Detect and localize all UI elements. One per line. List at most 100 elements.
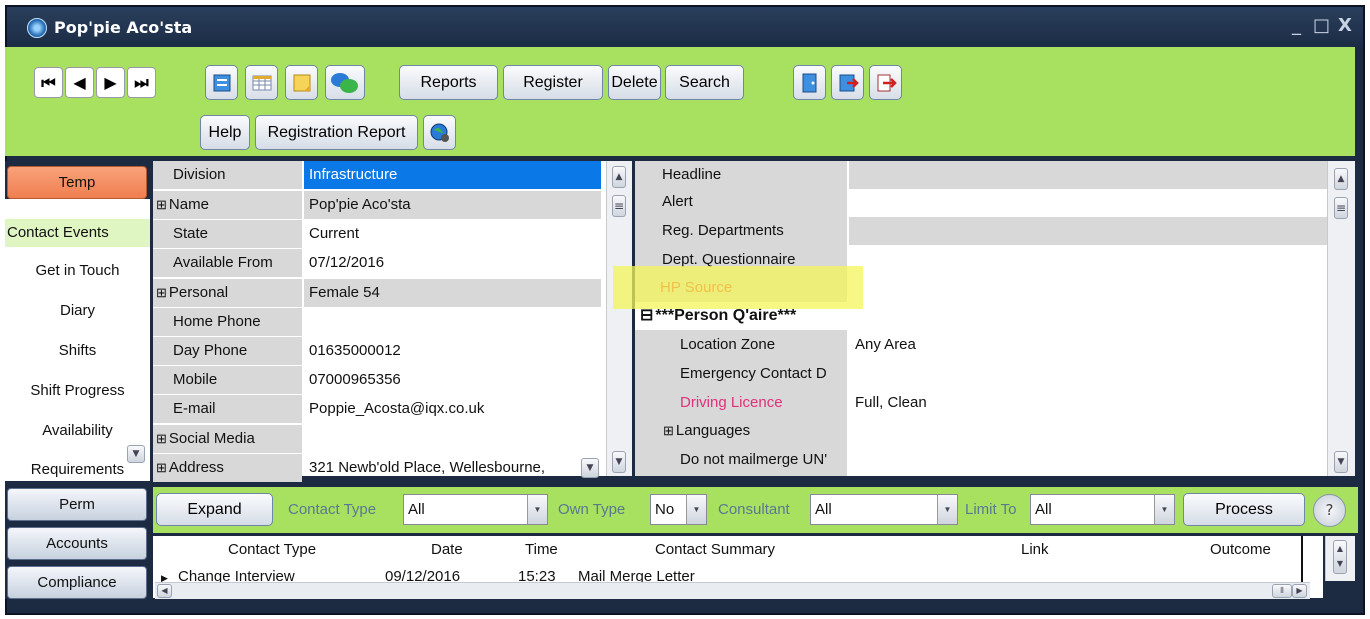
- table-scrollbar[interactable]: ▲ ▼: [1325, 536, 1355, 581]
- field-value[interactable]: 07/12/2016: [304, 249, 601, 277]
- table-scroll-buttons[interactable]: ▲ ▼: [1333, 540, 1347, 574]
- last-record-button[interactable]: ⏭: [127, 67, 156, 98]
- chevron-down-icon: ▼: [937, 495, 957, 524]
- sidebar-item-availability[interactable]: Availability: [5, 422, 150, 439]
- expand-icon[interactable]: ⊞: [156, 431, 167, 446]
- chevron-down-icon: ▼: [527, 495, 547, 524]
- sidebar-item-get-in-touch[interactable]: Get in Touch: [5, 262, 150, 279]
- delete-button[interactable]: Delete: [608, 65, 661, 100]
- close-button[interactable]: X: [1338, 15, 1352, 36]
- expand-icon[interactable]: ⊞: [156, 460, 167, 475]
- sidebar-compliance-button[interactable]: Compliance: [7, 566, 147, 599]
- field-label-text: Social Media: [168, 430, 255, 447]
- register-button[interactable]: Register: [503, 65, 603, 100]
- first-record-button[interactable]: ⏮: [34, 67, 63, 98]
- sidebar-temp-button[interactable]: Temp: [7, 166, 147, 199]
- field-label[interactable]: ⊞ Social Media: [153, 425, 302, 453]
- header-date[interactable]: Date: [431, 536, 463, 563]
- chat-button[interactable]: [325, 65, 365, 100]
- table-horizontal-scrollbar[interactable]: ◀ ⦀ ▶: [155, 582, 1310, 599]
- logout-icon: [877, 74, 897, 91]
- field-label-text: Available From: [173, 254, 273, 271]
- field-value[interactable]: Current: [304, 220, 601, 248]
- sidebar-item-diary[interactable]: Diary: [5, 302, 150, 319]
- field-label: Division: [153, 161, 302, 189]
- expand-icon[interactable]: ⊞: [156, 285, 167, 300]
- form-button[interactable]: [205, 65, 238, 100]
- previous-record-button[interactable]: ◀: [65, 67, 94, 98]
- field-value[interactable]: 321 Newb'old Place, Wellesbourne,: [304, 454, 601, 482]
- sidebar-perm-button[interactable]: Perm: [7, 488, 147, 521]
- field-label[interactable]: ⊞ Address: [153, 454, 302, 482]
- field-row-social-media: ⊞ Social Media: [153, 425, 606, 454]
- grid-button[interactable]: [245, 65, 278, 100]
- field-label-text: Mobile: [173, 371, 218, 388]
- reg-departments-value[interactable]: [849, 217, 1327, 245]
- globe-icon: [430, 123, 449, 142]
- field-label[interactable]: ⊞ Personal: [153, 279, 302, 307]
- field-label[interactable]: ⊞ Name: [153, 191, 302, 219]
- limit-to-select[interactable]: All ▼: [1030, 494, 1175, 525]
- details-scroll-down-button[interactable]: ▼: [612, 451, 626, 473]
- maximize-button[interactable]: □: [1313, 15, 1330, 36]
- help-icon[interactable]: ?: [1313, 494, 1346, 527]
- address-dropdown-button[interactable]: ▼: [581, 458, 599, 478]
- field-value[interactable]: [304, 425, 601, 453]
- header-outcome[interactable]: Outcome: [1210, 536, 1271, 563]
- field-value[interactable]: 01635000012: [304, 337, 601, 365]
- details-scroll-up-button[interactable]: ▲: [612, 166, 626, 188]
- registration-report-button[interactable]: Registration Report: [255, 115, 418, 150]
- own-type-select[interactable]: No ▼: [650, 494, 707, 525]
- q-value[interactable]: Full, Clean: [855, 389, 927, 417]
- minimize-button[interactable]: _: [1292, 15, 1301, 36]
- headline-value[interactable]: [849, 161, 1327, 189]
- header-contact-summary[interactable]: Contact Summary: [655, 536, 775, 563]
- help-button[interactable]: Help: [200, 115, 250, 150]
- field-value[interactable]: Poppie_Acosta@iqx.co.uk: [304, 395, 601, 423]
- note-button[interactable]: [285, 65, 318, 100]
- contact-type-select[interactable]: All ▼: [403, 494, 548, 525]
- scroll-right-button[interactable]: ▶: [1292, 584, 1307, 598]
- field-value[interactable]: 07000965356: [304, 366, 601, 394]
- details-scrollbar[interactable]: ▲ ≡ ▼: [606, 161, 632, 476]
- reload-button[interactable]: [831, 65, 864, 100]
- sidebar-item-shifts[interactable]: Shifts: [5, 342, 150, 359]
- header-link[interactable]: Link: [1021, 536, 1049, 563]
- q-label-text: Do not mailmerge UN': [680, 451, 828, 468]
- header-contact-type[interactable]: Contact Type: [228, 536, 316, 563]
- next-record-button[interactable]: ▶: [96, 67, 125, 98]
- sidebar-item-shift-progress[interactable]: Shift Progress: [5, 382, 150, 399]
- process-button[interactable]: Process: [1183, 493, 1305, 526]
- sidebar-accounts-button[interactable]: Accounts: [7, 527, 147, 560]
- consultant-select[interactable]: All ▼: [810, 494, 958, 525]
- questionnaire-scroll-up-button[interactable]: ▲: [1334, 168, 1348, 190]
- expand-icon[interactable]: ⊞: [663, 423, 674, 438]
- questionnaire-scrollbar[interactable]: ▲ ≡ ▼: [1327, 161, 1355, 476]
- expand-button[interactable]: Expand: [156, 493, 273, 526]
- field-label: Day Phone: [153, 337, 302, 365]
- sidebar-item-requirements[interactable]: Requirements: [5, 461, 150, 478]
- field-label-text: Address: [168, 459, 224, 476]
- reports-button[interactable]: Reports: [399, 65, 498, 100]
- scroll-left-button[interactable]: ◀: [157, 584, 172, 598]
- field-value[interactable]: [304, 308, 601, 336]
- details-scroll-thumb[interactable]: ≡: [612, 195, 626, 217]
- exit-button[interactable]: [793, 65, 826, 100]
- search-button[interactable]: Search: [665, 65, 744, 100]
- field-label-text: Name: [168, 196, 209, 213]
- expand-icon[interactable]: ⊞: [156, 197, 167, 212]
- field-value[interactable]: Female 54: [304, 279, 601, 307]
- scroll-thumb[interactable]: ⦀: [1272, 584, 1292, 598]
- field-value[interactable]: Infrastructure: [304, 161, 601, 189]
- sidebar-scroll-down-button[interactable]: ▼: [127, 445, 145, 463]
- globe-button[interactable]: [423, 115, 456, 150]
- questionnaire-scroll-thumb[interactable]: ≡: [1334, 197, 1348, 219]
- sidebar-item-contact-events[interactable]: Contact Events: [5, 219, 150, 247]
- field-value[interactable]: Pop'pie Aco'sta: [304, 191, 601, 219]
- logout-button[interactable]: [869, 65, 902, 100]
- questionnaire-scroll-down-button[interactable]: ▼: [1334, 451, 1348, 473]
- collapse-icon[interactable]: ⊟: [640, 307, 653, 324]
- q-value[interactable]: Any Area: [855, 331, 916, 359]
- q-label-text: Location Zone: [680, 336, 776, 353]
- header-time[interactable]: Time: [525, 536, 558, 563]
